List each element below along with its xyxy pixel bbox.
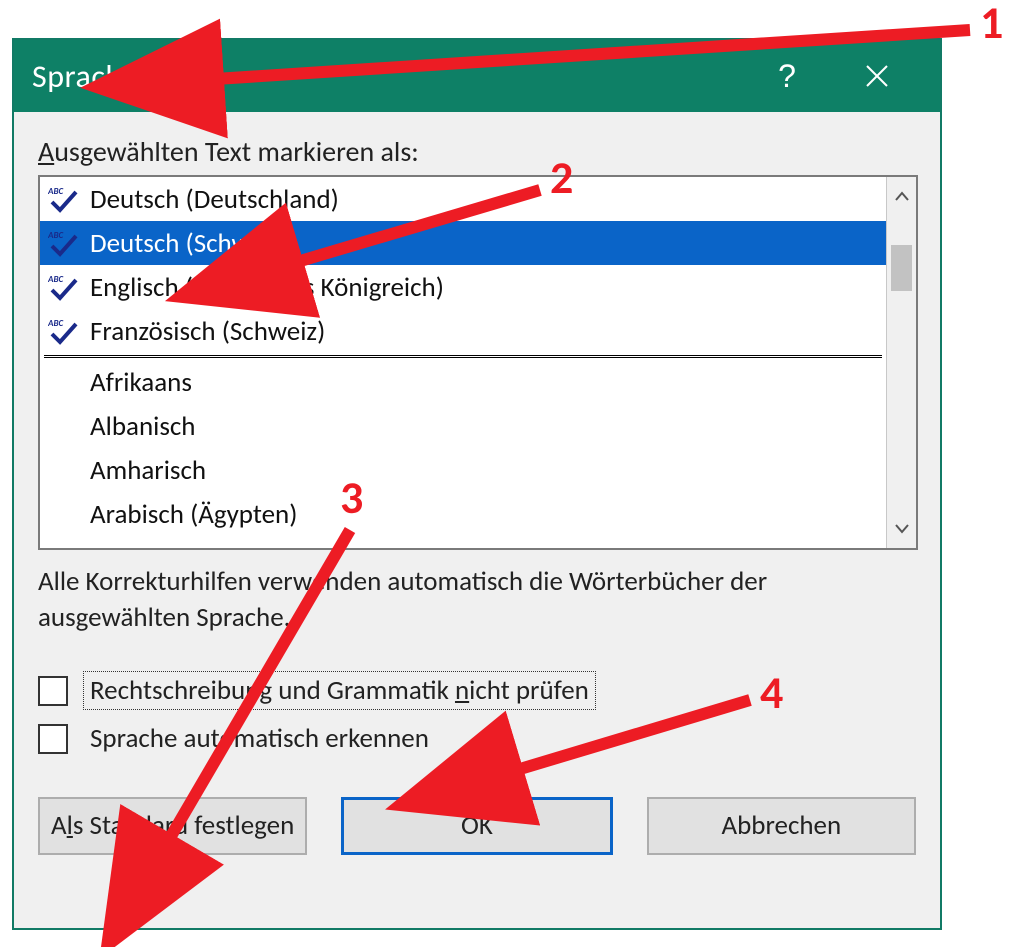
svg-text:ABC: ABC [48, 274, 63, 285]
spellcheck-icon: ABC [48, 272, 88, 302]
scrollbar-thumb[interactable] [891, 245, 912, 291]
list-item[interactable]: Amharisch [40, 448, 886, 492]
chevron-down-icon [895, 524, 909, 534]
svg-text:ABC: ABC [48, 318, 63, 329]
list-item[interactable]: Arabisch (Ägypten) [40, 492, 886, 536]
do-not-check-spelling-label: Rechtschreibung und Grammatik nicht prüf… [84, 672, 595, 709]
language-list-divider [44, 355, 882, 358]
list-item[interactable]: Afrikaans [40, 360, 886, 404]
do-not-check-spelling-row: Rechtschreibung und Grammatik nicht prüf… [38, 667, 916, 715]
spellcheck-icon: ABC [48, 228, 88, 258]
dialog-title: Sprache [32, 57, 742, 96]
ok-button[interactable]: OK [341, 797, 612, 855]
list-item[interactable]: Albanisch [40, 404, 886, 448]
scrollbar-track[interactable] [887, 215, 916, 510]
language-description: Alle Korrekturhilfen verwenden automatis… [38, 564, 918, 637]
dialog-titlebar: Sprache ? [14, 40, 940, 112]
language-list-label: Ausgewählten Text markieren als: [38, 134, 916, 169]
language-list[interactable]: ABC Deutsch (Deutschland) ABC Deutsch (S… [38, 175, 918, 550]
annotation-1: 1 [980, 0, 1003, 46]
svg-text:ABC: ABC [48, 186, 63, 197]
detect-language-checkbox[interactable] [38, 724, 68, 754]
help-button[interactable]: ? [742, 40, 832, 112]
scroll-up-button[interactable] [887, 177, 916, 215]
spellcheck-icon: ABC [48, 316, 88, 346]
list-item[interactable]: ABC Deutsch (Schweiz) [40, 221, 886, 265]
list-item[interactable]: ABC Französisch (Schweiz) [40, 309, 886, 353]
cancel-button[interactable]: Abbrechen [647, 797, 916, 855]
language-list-scrollbar[interactable] [886, 177, 916, 548]
list-item[interactable]: ABC Englisch (Vereinigtes Königreich) [40, 265, 886, 309]
annotation-2: 2 [550, 155, 573, 201]
spellcheck-icon: ABC [48, 184, 88, 214]
chevron-up-icon [895, 191, 909, 201]
annotation-4: 4 [760, 670, 783, 716]
list-item[interactable]: ABC Deutsch (Deutschland) [40, 177, 886, 221]
language-dialog: Sprache ? Ausgewählten Text markieren al… [12, 38, 942, 930]
do-not-check-spelling-checkbox[interactable] [38, 676, 68, 706]
detect-language-row: Sprache automatisch erkennen [38, 715, 916, 763]
close-icon [864, 63, 890, 89]
annotation-3: 3 [340, 475, 363, 521]
svg-text:ABC: ABC [48, 230, 63, 241]
close-button[interactable] [832, 40, 922, 112]
detect-language-label: Sprache automatisch erkennen [84, 720, 435, 757]
set-as-default-button[interactable]: Als Standard festlegen [38, 797, 307, 855]
scroll-down-button[interactable] [887, 510, 916, 548]
